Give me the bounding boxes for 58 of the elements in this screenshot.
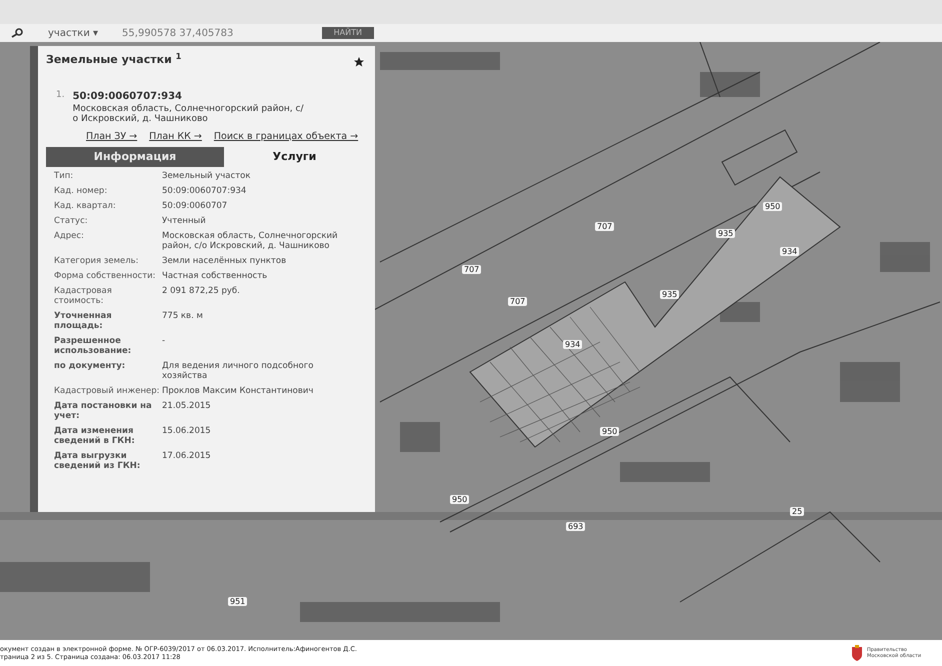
- parcel-number-label: 707: [462, 265, 482, 274]
- field-label: Адрес:: [54, 230, 85, 243]
- parcel-number-label: 950: [763, 202, 782, 211]
- result-number: 1.: [56, 88, 65, 102]
- field-label: по документу:: [54, 360, 126, 373]
- parcel-number-label: 693: [566, 522, 586, 531]
- parcel-number-label: 25: [790, 507, 804, 516]
- search-icon[interactable]: [10, 28, 24, 38]
- field-label: Уточненная площадь:: [54, 310, 113, 331]
- field-label: Статус:: [54, 216, 89, 226]
- parcel-number-label: 950: [600, 427, 620, 436]
- result-link[interactable]: План КК →: [149, 130, 202, 144]
- field-label: Дата постановки на учет:: [54, 400, 153, 421]
- result-cadastral-number[interactable]: 50:09:0060707:934: [72, 88, 308, 104]
- field-value: 21.05.2015: [162, 400, 212, 413]
- layer-dropdown[interactable]: участки ▾: [48, 26, 98, 40]
- field-label: Дата выгрузки сведений из ГКН:: [54, 450, 142, 471]
- field-value: Для ведения личного подсобного хозяйства: [162, 360, 314, 381]
- field-value: Земли населённых пунктов: [162, 256, 288, 266]
- field-label: Кад. номер:: [54, 186, 108, 196]
- coat-of-arms-icon: [851, 645, 863, 661]
- field-value: Учтенный: [162, 216, 207, 226]
- field-label: Кад. квартал:: [54, 200, 117, 211]
- parcel-number-label: 935: [716, 229, 736, 238]
- field-label: Кадастровая стоимость:: [54, 286, 113, 306]
- field-label: Разрешенное использование:: [54, 336, 132, 356]
- field-label: Кадастровый инженер:: [54, 386, 161, 396]
- result-link[interactable]: План ЗУ →: [86, 130, 138, 144]
- parcel-number-label: 935: [660, 290, 680, 299]
- panel-tab[interactable]: Услуги: [224, 146, 365, 167]
- field-value: 50:09:0060707:934: [162, 186, 248, 196]
- result-address: Московская область, Солнечногорский район, с/о Искровский, д. Чашниково: [72, 104, 305, 124]
- field-value: Земельный участок: [162, 170, 252, 181]
- field-value: 50:09:0060707: [162, 200, 228, 211]
- parcel-number-label: 934: [780, 247, 800, 256]
- field-value: 15.06.2015: [162, 426, 212, 438]
- coordinates-field[interactable]: 55,990578 37,405783: [122, 26, 234, 40]
- field-value: Московская область, Солнечногорский район, с/о Искровский, д. Чашниково: [162, 230, 339, 251]
- parcel-number-label: 707: [508, 297, 528, 306]
- result-link[interactable]: Поиск в границах объекта →: [214, 130, 358, 144]
- find-button[interactable]: НАЙТИ: [322, 27, 374, 39]
- field-value: -: [162, 336, 166, 348]
- parcel-number-label: 951: [228, 597, 248, 606]
- panel-title: Земельные участки $^{1}$: [46, 52, 182, 68]
- field-value: Проклов Максим Константинович: [162, 386, 314, 396]
- parcel-number-label: 707: [595, 222, 614, 231]
- field-label: Форма собственности:: [54, 270, 157, 281]
- field-value: 775 кв. м: [162, 310, 204, 323]
- field-label: Категория земель:: [54, 256, 140, 266]
- field-value: Частная собственность: [162, 270, 268, 281]
- field-value: 17.06.2015: [162, 450, 212, 463]
- parcel-number-label: 950: [450, 495, 470, 504]
- field-value: 2 091 872,25 руб.: [162, 286, 241, 298]
- field-label: Дата изменения сведений в ГКН:: [54, 426, 136, 446]
- field-label: Тип:: [54, 170, 74, 181]
- parcel-number-label: 934: [563, 340, 582, 349]
- star-icon[interactable]: [353, 56, 365, 68]
- panel-tab[interactable]: Информация: [46, 146, 224, 167]
